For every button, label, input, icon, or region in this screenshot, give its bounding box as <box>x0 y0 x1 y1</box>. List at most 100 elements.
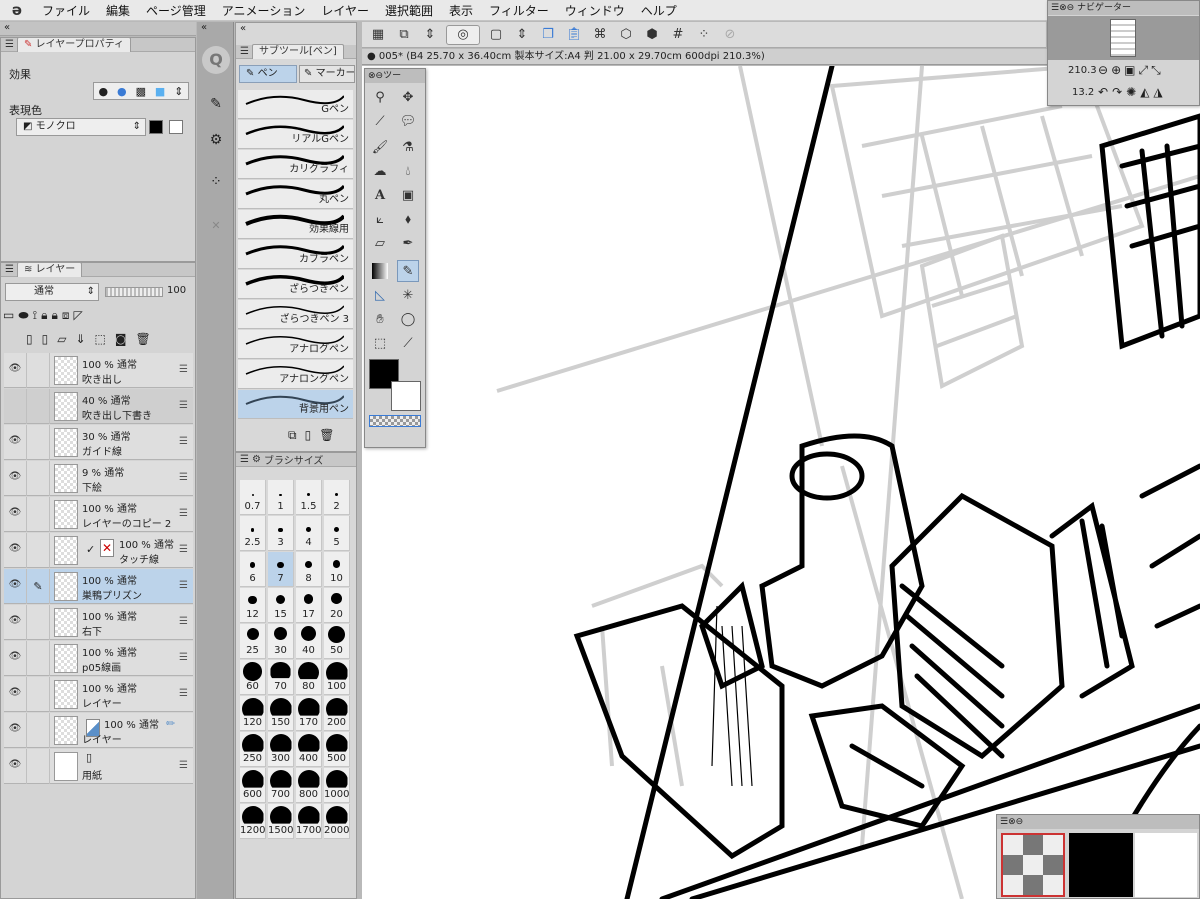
grid-view-icon[interactable]: ▦ <box>368 25 388 45</box>
effect-updown-icon[interactable]: ⇕ <box>174 85 183 98</box>
brush-size-cell[interactable]: 30 <box>268 624 294 659</box>
menu-edit[interactable]: 編集 <box>98 2 138 19</box>
menu-icon[interactable]: ☰ <box>5 39 14 50</box>
pen-item[interactable]: 丸ペン <box>238 180 353 209</box>
eye-icon[interactable]: 👁︎ <box>6 471 24 485</box>
text-tool-icon[interactable]: A <box>369 184 391 206</box>
menu-animation[interactable]: アニメーション <box>214 2 314 19</box>
page-icon[interactable]: ▢ <box>486 25 506 45</box>
transform-icon[interactable]: ⌘ <box>590 25 610 45</box>
frame-tool-icon[interactable]: ▣ <box>397 184 419 206</box>
eye-icon[interactable]: 👁︎ <box>6 687 24 701</box>
layer-row[interactable]: 👁︎ ▯ 用紙 ☰ <box>4 749 193 784</box>
rotate-left-icon[interactable]: ↶ <box>1098 85 1108 99</box>
flip-v-icon[interactable]: ⤡ <box>1151 63 1161 78</box>
brush-settings-icon[interactable]: ⚙︎ <box>252 454 261 465</box>
mask-icon[interactable]: ⧈ <box>62 308 70 323</box>
new-raster-icon[interactable]: ▯ <box>26 332 33 346</box>
tool-property-icon[interactable]: ⚙︎ <box>202 126 230 154</box>
grid-icon[interactable]: # <box>668 25 688 45</box>
3d-icon[interactable]: ⬢ <box>642 25 662 45</box>
menu-view[interactable]: 表示 <box>441 2 481 19</box>
zoom-value[interactable]: 210.3 <box>1068 65 1097 76</box>
layer-row[interactable]: 👁︎ 100 % 通常 右下 ☰ <box>4 605 193 640</box>
brush-size-cell[interactable]: 3 <box>268 516 294 551</box>
brush-size-cell[interactable]: 2000 <box>324 804 350 839</box>
mirror-v-icon[interactable]: ◮ <box>1153 85 1162 99</box>
layer-menu-icon[interactable]: ☰ <box>179 580 188 591</box>
collapse-left-icon[interactable]: « <box>4 22 10 33</box>
lock-cell[interactable] <box>26 461 50 496</box>
select-tool-icon[interactable]: ⬚ <box>369 332 391 354</box>
black-swatch[interactable] <box>149 120 163 134</box>
lock-cell[interactable] <box>26 605 50 640</box>
opacity-value[interactable]: 100 <box>167 285 186 296</box>
tab-layer-property[interactable]: ✎ レイヤープロパティ <box>16 37 132 52</box>
brush-size-cell[interactable]: 170 <box>296 696 322 731</box>
eye-icon[interactable]: 👁︎ <box>6 759 24 773</box>
layer-move-icon[interactable]: ⧉ <box>394 25 414 45</box>
camera-icon[interactable]: ◙ <box>115 332 127 346</box>
blend-mode-select[interactable]: 通常 ⇕ <box>5 283 99 301</box>
lock-cell[interactable] <box>26 497 50 532</box>
brush-size-cell[interactable]: 1 <box>268 480 294 515</box>
angle-value[interactable]: 13.2 <box>1072 87 1094 98</box>
effect-color-icon[interactable]: ■ <box>155 85 165 98</box>
blend-tool-icon[interactable]: ☁︎ <box>369 160 391 182</box>
hand-tool-icon[interactable]: ✋︎ <box>369 308 391 330</box>
brush-size-cell[interactable]: 200 <box>324 696 350 731</box>
dots-icon[interactable]: ⁘ <box>694 25 714 45</box>
brush-menu-icon[interactable]: ☰ <box>240 454 249 465</box>
free-transform-icon[interactable]: ⬡ <box>616 25 636 45</box>
brush-size-cell[interactable]: 12 <box>240 588 266 623</box>
line-tool-icon[interactable]: ⟋ <box>397 332 419 354</box>
pen-item[interactable]: ざらつきペン 3 <box>238 300 353 329</box>
eye-icon[interactable]: 👁︎ <box>6 435 24 449</box>
lasso-tool-icon[interactable]: ◯ <box>397 308 419 330</box>
eye-icon[interactable]: 👁︎ <box>6 651 24 665</box>
layer-menu-icon[interactable]: ☰ <box>179 436 188 447</box>
zoom-out-icon[interactable]: ⊖ <box>1098 63 1108 78</box>
brush-size-cell[interactable]: 150 <box>268 696 294 731</box>
fill-tool-icon[interactable]: ⬧ <box>397 208 419 230</box>
brush-size-cell[interactable]: 40 <box>296 624 322 659</box>
disabled-tool-icon[interactable]: ✕ <box>202 212 230 240</box>
new-folder-icon[interactable]: ▱ <box>57 332 66 346</box>
canvas[interactable] <box>362 66 1200 899</box>
fit-icon[interactable]: ▣ <box>1124 63 1135 78</box>
layer-menu-icon[interactable]: ☰ <box>179 508 188 519</box>
sparkle-tool-icon[interactable]: ✳︎ <box>397 284 419 306</box>
up-down-icon[interactable]: ⇕ <box>420 25 440 45</box>
eye-hidden[interactable] <box>6 399 24 413</box>
layer-menu-icon[interactable]: ☰ <box>179 760 188 771</box>
eye-icon[interactable]: 👁︎ <box>6 507 24 521</box>
reset-rotate-icon[interactable]: ✺ <box>1126 85 1136 99</box>
pen-item[interactable]: アナロングペン <box>238 360 353 389</box>
menu-filter[interactable]: フィルター <box>481 2 557 19</box>
expression-color-select[interactable]: ◩ モノクロ ⇕ <box>16 118 146 136</box>
brush-size-cell[interactable]: 2 <box>324 480 350 515</box>
color-set-close-icon[interactable]: ⊗ <box>1008 817 1016 827</box>
eye-icon[interactable]: 👁︎ <box>6 579 24 593</box>
brush-size-cell[interactable]: 600 <box>240 768 266 803</box>
color-set-minimize-icon[interactable]: ⊖ <box>1016 817 1024 827</box>
brush-size-cell[interactable]: 50 <box>324 624 350 659</box>
new-vector-icon[interactable]: ▯ <box>42 332 49 346</box>
merge-icon[interactable]: ⬚ <box>95 332 106 346</box>
brush-size-cell[interactable]: 8 <box>296 552 322 587</box>
brush-size-cell[interactable]: 400 <box>296 732 322 767</box>
brush-size-cell[interactable]: 6 <box>240 552 266 587</box>
pen-item[interactable]: カブラペン <box>238 240 353 269</box>
close-icon[interactable]: ⊗ <box>368 71 376 81</box>
minimize-icon[interactable]: ⊖ <box>376 71 384 81</box>
brush-size-cell[interactable]: 70 <box>268 660 294 695</box>
layer-menu-icon[interactable]: ☰ <box>179 544 188 555</box>
spiral-icon[interactable]: ◎ <box>446 24 480 45</box>
sub-color-swatch[interactable] <box>391 381 421 411</box>
copy-icon[interactable]: ❐ <box>538 25 558 45</box>
pen-item[interactable]: ざらつきペン <box>238 270 353 299</box>
brush-size-cell[interactable]: 25 <box>240 624 266 659</box>
opacity-slider[interactable] <box>105 287 163 297</box>
brush-size-cell[interactable]: 10 <box>324 552 350 587</box>
lock-cell[interactable] <box>26 749 50 784</box>
